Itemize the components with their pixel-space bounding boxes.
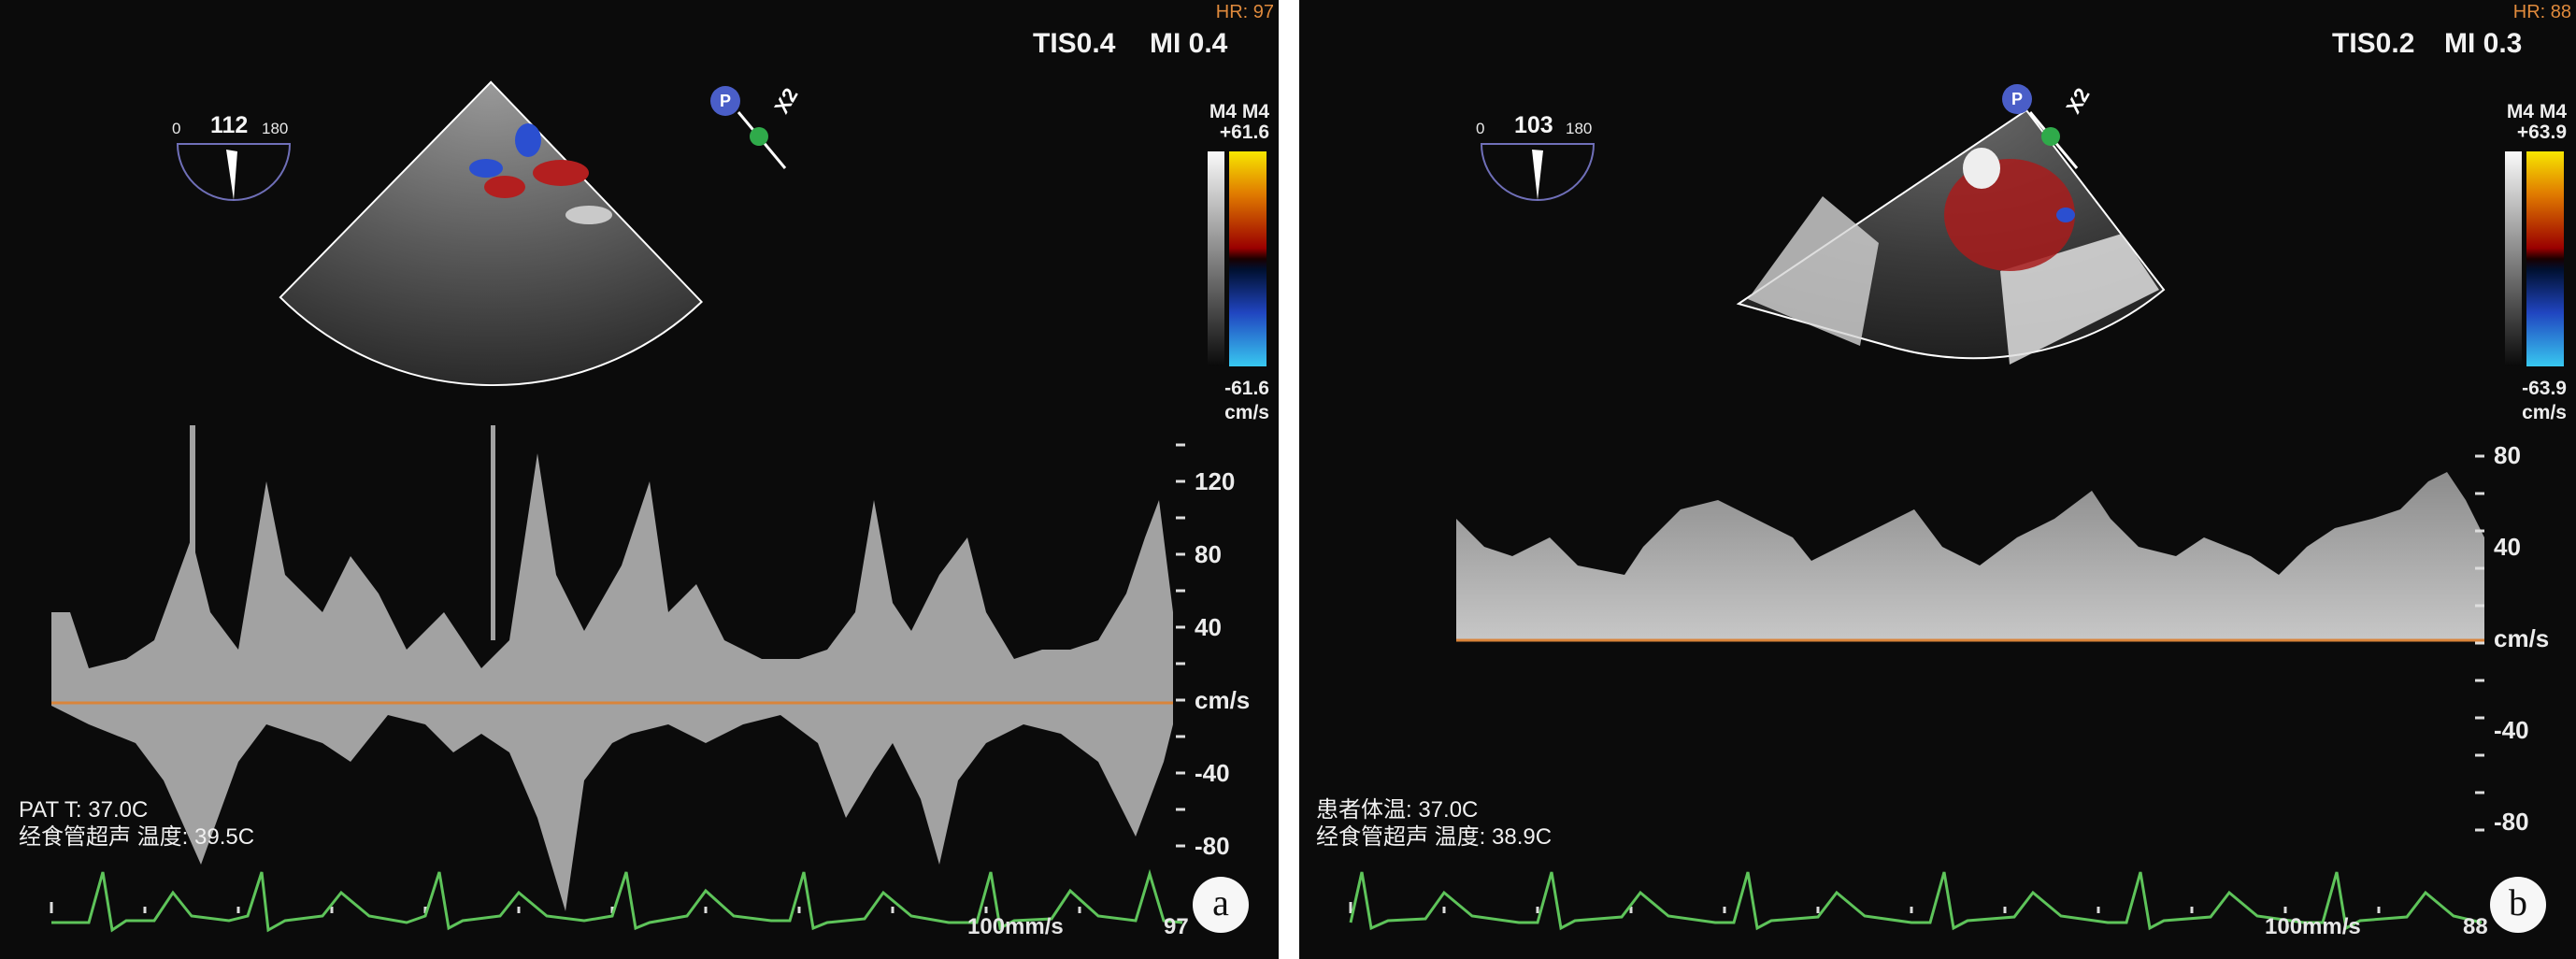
- mi-readout: MI 0.3: [2444, 28, 2523, 59]
- patient-temperature: 患者体温: 37.0C: [1316, 797, 1479, 823]
- velocity-axis: 120 80 40 cm/s -40 -80: [1176, 430, 1279, 860]
- velocity-tick-label: -40: [2494, 716, 2529, 744]
- color-scale-unit: cm/s: [1224, 402, 1269, 423]
- heart-rate-readout: HR: 88: [2512, 2, 2571, 22]
- velocity-tick-label: -40: [1195, 759, 1230, 787]
- color-scale-min: -61.6: [1224, 378, 1269, 399]
- probe-angle-indicator: 0 103 180: [1472, 112, 1603, 206]
- color-scale-unit: cm/s: [2522, 402, 2567, 423]
- corner-heart-rate: 97: [1164, 914, 1189, 939]
- gray-scale-bar: [2505, 151, 2522, 366]
- velocity-axis-tick-marks: [1176, 443, 1185, 848]
- spectral-doppler-trace: [1456, 472, 2484, 642]
- color-doppler-sector-image: [1736, 108, 2166, 365]
- velocity-unit-label: cm/s: [1195, 686, 1251, 714]
- tis-readout: TIS0.2: [2332, 28, 2415, 59]
- velocity-tick-label: 80: [1195, 540, 1222, 568]
- velocity-unit-label: cm/s: [2494, 624, 2550, 652]
- heart-rate-readout: HR: 97: [1215, 2, 1274, 22]
- patient-temperature: PAT T: 37.0C: [19, 797, 149, 823]
- color-doppler-sector-image: [279, 80, 703, 387]
- tis-readout: TIS0.4: [1033, 28, 1116, 59]
- panel-label-badge: b: [2490, 877, 2546, 933]
- velocity-tick-label: 40: [1195, 613, 1222, 641]
- velocity-tick-label: -80: [1195, 832, 1230, 860]
- panel-label-badge: a: [1193, 877, 1249, 933]
- velocity-tick-label: 40: [2494, 533, 2521, 561]
- sweep-speed: 100mm/s: [2265, 914, 2361, 939]
- color-scale-max: +61.6: [1219, 122, 1269, 143]
- probe-angle-indicator: 0 112 180: [168, 112, 299, 206]
- sweep-speed: 100mm/s: [967, 914, 1064, 939]
- probe-temperature: 经食管超声 温度: 39.5C: [19, 824, 255, 850]
- color-map-label: M4 M4: [2506, 101, 2567, 122]
- color-map-label: M4 M4: [1209, 101, 1269, 122]
- velocity-tick-label: 80: [2494, 441, 2521, 469]
- velocity-tick-label: -80: [2494, 808, 2529, 836]
- color-velocity-scale-bar: [1229, 151, 1267, 366]
- color-velocity-scale-bar: [2526, 151, 2564, 366]
- color-scale-max: +63.9: [2516, 122, 2567, 143]
- corner-heart-rate: 88: [2463, 914, 2488, 939]
- velocity-tick-label: 120: [1195, 467, 1236, 495]
- velocity-axis: 80 40 cm/s -40 -80: [2475, 439, 2576, 841]
- angle-dial-icon: [176, 143, 292, 201]
- gray-scale-bar: [1208, 151, 1224, 366]
- angle-dial-icon: [1480, 143, 1596, 201]
- mi-readout: MI 0.4: [1150, 28, 1228, 59]
- panel-b: HR: 88 TIS0.2 MI 0.3 0 103 180 P X2 M4 M…: [1299, 0, 2576, 959]
- velocity-axis-tick-marks: [2475, 454, 2484, 832]
- probe-temperature: 经食管超声 温度: 38.9C: [1316, 824, 1553, 850]
- panel-a: HR: 97 TIS0.4 MI 0.4 0 112 180 P X2 M4 M…: [0, 0, 1279, 959]
- color-scale-min: -63.9: [2522, 378, 2567, 399]
